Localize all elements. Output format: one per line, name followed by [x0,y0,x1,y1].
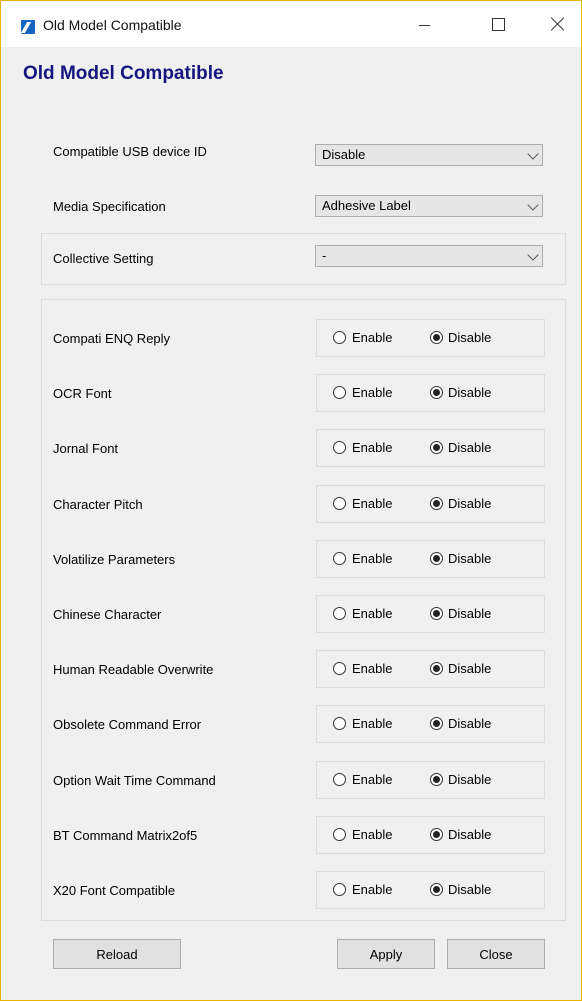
minimize-icon [418,24,430,26]
disable-radio[interactable] [430,773,443,786]
option-radio-group: Enable Disable [316,319,545,357]
enable-radio[interactable] [333,497,346,510]
window-title: Old Model Compatible [43,17,182,33]
enable-radio[interactable] [333,662,346,675]
enable-radio-label[interactable]: Enable [352,440,392,455]
close-window-button[interactable] [535,1,581,47]
option-label: Volatilize Parameters [53,552,176,567]
disable-radio[interactable] [430,883,443,896]
app-icon [21,20,35,34]
disable-radio[interactable] [430,386,443,399]
chevron-down-icon [527,199,539,211]
close-button[interactable]: Close [447,939,545,969]
disable-radio[interactable] [430,552,443,565]
enable-radio-label[interactable]: Enable [352,716,392,731]
option-radio-group: Enable Disable [316,871,545,909]
dialog-window: Old Model Compatible Old Model Compatibl… [0,0,582,1001]
option-label: OCR Font [53,386,112,401]
disable-radio-label[interactable]: Disable [448,496,491,511]
enable-radio[interactable] [333,552,346,565]
disable-radio-label[interactable]: Disable [448,330,491,345]
media-spec-label: Media Specification [53,199,166,214]
option-radio-group: Enable Disable [316,485,545,523]
option-label: Option Wait Time Command [53,773,216,788]
disable-radio-label[interactable]: Disable [448,551,491,566]
option-label: Character Pitch [53,497,143,512]
enable-radio-label[interactable]: Enable [352,661,392,676]
usb-id-value: Disable [322,147,366,162]
disable-radio[interactable] [430,441,443,454]
enable-radio[interactable] [333,331,346,344]
option-radio-group: Enable Disable [316,374,545,412]
disable-radio[interactable] [430,331,443,344]
disable-radio-label[interactable]: Disable [448,661,491,676]
minimize-button[interactable] [401,1,447,47]
option-radio-group: Enable Disable [316,705,545,743]
enable-radio[interactable] [333,828,346,841]
page-title: Old Model Compatible [23,63,224,84]
option-radio-group: Enable Disable [316,650,545,688]
option-radio-group: Enable Disable [316,540,545,578]
disable-radio[interactable] [430,828,443,841]
media-spec-dropdown[interactable]: Adhesive Label [315,195,543,217]
enable-radio-label[interactable]: Enable [352,606,392,621]
disable-radio[interactable] [430,497,443,510]
option-radio-group: Enable Disable [316,761,545,799]
collective-setting-value: - [322,248,327,263]
option-radio-group: Enable Disable [316,429,545,467]
disable-radio-label[interactable]: Disable [448,385,491,400]
option-label: Compati ENQ Reply [53,331,171,346]
option-radio-group: Enable Disable [316,595,545,633]
disable-radio[interactable] [430,607,443,620]
close-icon [551,17,565,31]
title-bar: Old Model Compatible [1,1,581,47]
enable-radio[interactable] [333,773,346,786]
option-radio-group: Enable Disable [316,816,545,854]
option-label: Jornal Font [53,441,119,456]
enable-radio[interactable] [333,441,346,454]
option-label: X20 Font Compatible [53,883,176,898]
usb-id-dropdown[interactable]: Disable [315,144,543,166]
chevron-down-icon [527,249,539,261]
enable-radio[interactable] [333,386,346,399]
usb-id-label: Compatible USB device ID [53,144,207,159]
enable-radio-label[interactable]: Enable [352,882,392,897]
disable-radio[interactable] [430,717,443,730]
disable-radio-label[interactable]: Disable [448,440,491,455]
enable-radio[interactable] [333,717,346,730]
enable-radio-label[interactable]: Enable [352,385,392,400]
enable-radio-label[interactable]: Enable [352,496,392,511]
maximize-button[interactable] [475,1,521,47]
maximize-icon [491,17,505,31]
enable-radio-label[interactable]: Enable [352,551,392,566]
disable-radio-label[interactable]: Disable [448,716,491,731]
enable-radio-label[interactable]: Enable [352,772,392,787]
disable-radio[interactable] [430,662,443,675]
enable-radio[interactable] [333,607,346,620]
option-label: Chinese Character [53,607,162,622]
disable-radio-label[interactable]: Disable [448,882,491,897]
collective-setting-dropdown[interactable]: - [315,245,543,267]
disable-radio-label[interactable]: Disable [448,772,491,787]
enable-radio[interactable] [333,883,346,896]
media-spec-value: Adhesive Label [322,198,411,213]
option-label: Obsolete Command Error [53,717,202,732]
enable-radio-label[interactable]: Enable [352,827,392,842]
option-label: BT Command Matrix2of5 [53,828,198,843]
apply-button[interactable]: Apply [337,939,435,969]
disable-radio-label[interactable]: Disable [448,606,491,621]
reload-button[interactable]: Reload [53,939,181,969]
option-label: Human Readable Overwrite [53,662,214,677]
collective-setting-label: Collective Setting [53,251,154,266]
disable-radio-label[interactable]: Disable [448,827,491,842]
enable-radio-label[interactable]: Enable [352,330,392,345]
chevron-down-icon [527,148,539,160]
